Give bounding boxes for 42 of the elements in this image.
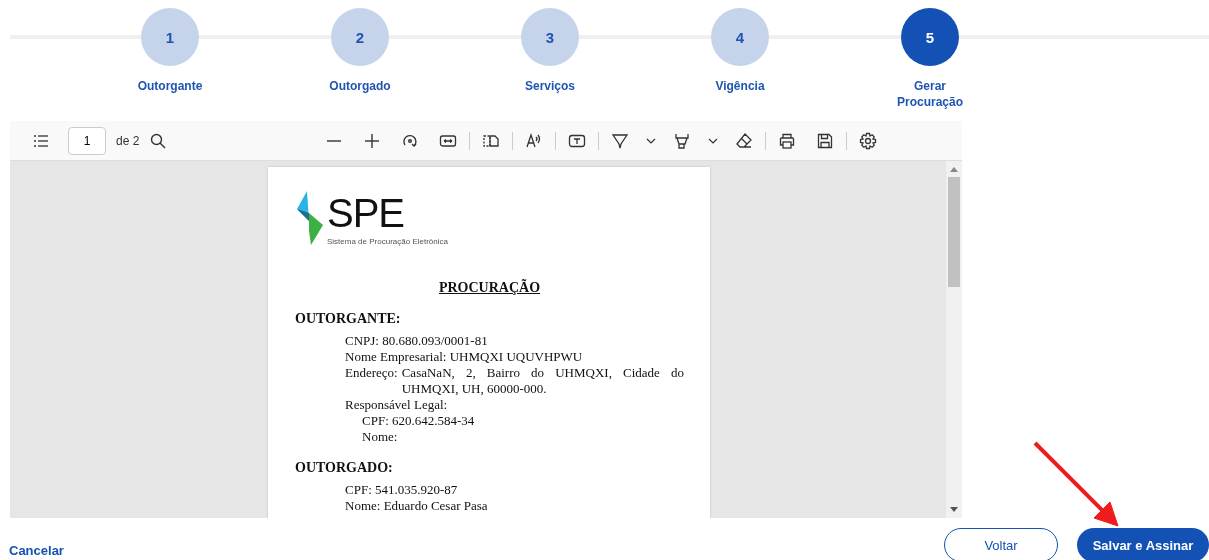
step-circle[interactable]: 5: [901, 8, 959, 66]
zoom-in-icon[interactable]: [363, 131, 382, 150]
logo-text: SPE: [327, 191, 406, 235]
scroll-up-icon[interactable]: [950, 166, 958, 172]
settings-icon[interactable]: [859, 131, 878, 150]
scrollbar[interactable]: [946, 161, 962, 518]
document-heading: PROCURAÇÃO: [437, 280, 542, 296]
step-circle[interactable]: 2: [331, 8, 389, 66]
document-line: CasaNaN, 2, Bairro do UHMQXI, Cidade do UHMQXI, UH, 60000-000.: [401, 365, 684, 397]
document-line: CPF: 541.035.920-87: [344, 482, 459, 498]
page-number-field[interactable]: 1: [68, 126, 106, 155]
step-label: Serviços: [523, 78, 576, 94]
document-label: Endereço:: [345, 365, 398, 382]
step-label: Outorgante: [136, 78, 204, 94]
back-button[interactable]: Voltar: [944, 528, 1058, 560]
logo-subtitle: Sistema de Procuração Eletrônica: [327, 237, 448, 246]
page-count: de 2: [116, 133, 140, 148]
scrollbar-thumb[interactable]: [948, 177, 960, 287]
step-label: Gerar Procuração: [896, 78, 964, 110]
highlighter-icon[interactable]: [673, 131, 692, 150]
document-line: Nome: Eduardo Cesar Pasa: [344, 498, 489, 514]
step-circle[interactable]: 3: [521, 8, 579, 66]
document-line: CPF: 620.642.584-34: [361, 413, 476, 429]
scroll-down-icon[interactable]: [950, 507, 958, 513]
save-and-sign-button[interactable]: Salvar e Assinar: [1077, 528, 1209, 560]
section-title: OUTORGANTE:: [295, 311, 402, 327]
pen-icon[interactable]: [611, 131, 630, 150]
section-title: OUTORGADO:: [295, 460, 394, 476]
print-icon[interactable]: [778, 131, 797, 150]
step-label: Outorgado: [328, 78, 392, 94]
document-line: Responsável Legal:: [344, 397, 449, 413]
cancel-link[interactable]: Cancelar: [9, 542, 64, 558]
save-icon[interactable]: [816, 131, 835, 150]
logo-icon: [295, 191, 325, 245]
step-label: Vigência: [714, 78, 766, 94]
search-icon[interactable]: [149, 131, 168, 150]
eraser-icon[interactable]: [735, 131, 754, 150]
document-line: Nome:: [361, 429, 399, 445]
document-line: Nome Empresarial: UHMQXI UQUVHPWU: [344, 349, 584, 365]
step-circle[interactable]: 1: [141, 8, 199, 66]
step-circle[interactable]: 4: [711, 8, 769, 66]
document-line: CNPJ: 80.680.093/0001-81: [344, 333, 489, 349]
